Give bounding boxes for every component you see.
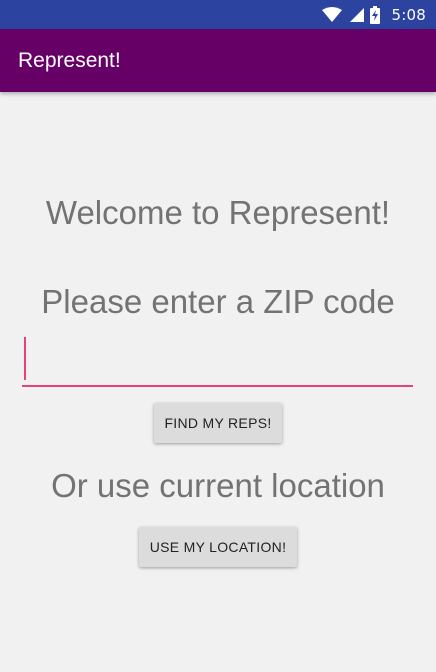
app-title: Represent! [18, 49, 121, 72]
zip-prompt: Please enter a ZIP code [41, 283, 395, 320]
zip-code-input[interactable] [22, 335, 413, 387]
zip-input-container [22, 335, 413, 387]
app-bar: Represent! [0, 29, 436, 92]
status-time: 5:08 [391, 5, 426, 24]
battery-charging-icon [369, 5, 380, 24]
wifi-icon [321, 6, 342, 23]
status-bar: 5:08 [0, 0, 436, 29]
cell-signal-icon [348, 7, 364, 23]
text-cursor [24, 337, 26, 380]
use-my-location-button[interactable]: USE MY LOCATION! [139, 527, 297, 567]
or-use-location-text: Or use current location [51, 467, 385, 504]
find-my-reps-button[interactable]: FIND MY REPS! [154, 403, 282, 443]
status-icons: 5:08 [321, 0, 426, 29]
welcome-heading: Welcome to Represent! [45, 194, 391, 231]
